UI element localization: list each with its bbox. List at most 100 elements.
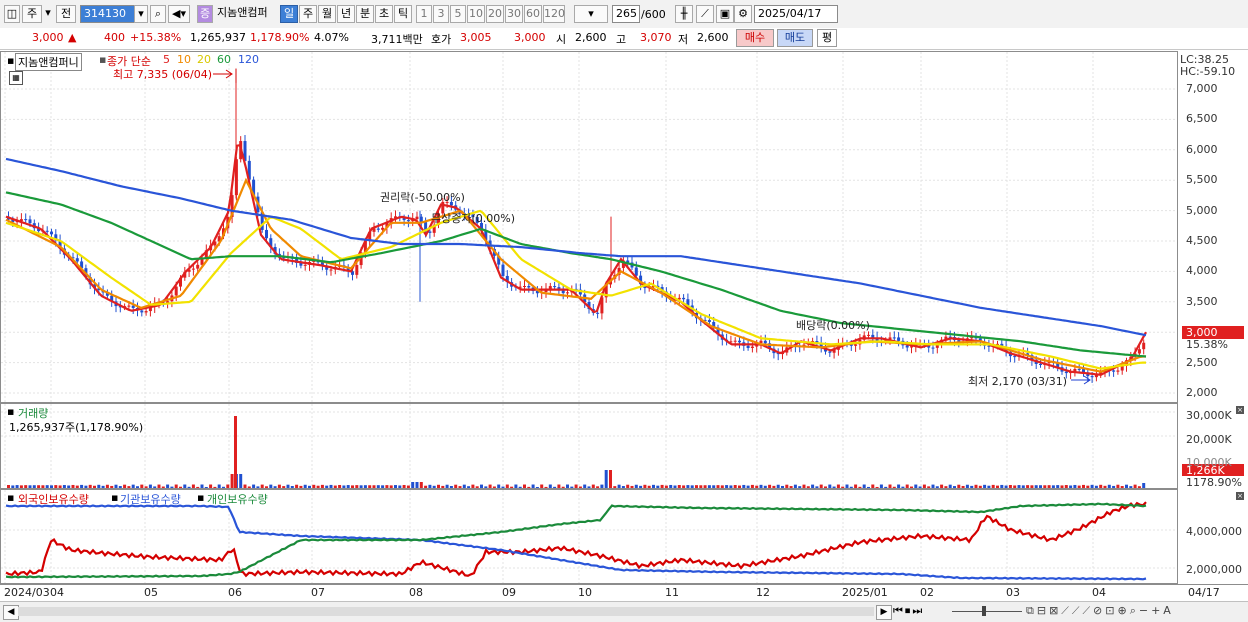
buy-button[interactable]: 매수 — [736, 29, 774, 47]
volume-bar — [480, 484, 483, 488]
tick-dropdown[interactable]: ▾ — [574, 5, 608, 23]
volume-bar — [1030, 485, 1034, 488]
panel-close-icon[interactable]: × — [1236, 492, 1244, 500]
period-button[interactable]: 월 — [318, 5, 336, 23]
volume-bar — [1039, 485, 1042, 488]
panel-stock-name[interactable]: 지놈앤컴퍼니 — [15, 53, 82, 71]
chart-tool-icons[interactable]: ⧉⊟⊠⟋⟋⟋⊘⊡⊕⌕−+A — [1026, 604, 1241, 619]
ma-legend-60[interactable]: 60 — [217, 53, 231, 66]
candle-icon[interactable]: ╫ — [675, 5, 693, 23]
candle-body — [1077, 368, 1081, 370]
period-button[interactable]: 분 — [356, 5, 374, 23]
volume-bar — [566, 484, 569, 488]
volume-bar — [806, 486, 810, 488]
institution-holdings-label[interactable]: 기관보유수량 — [120, 491, 181, 507]
interval-button[interactable]: 5 — [450, 5, 466, 23]
price-tick-label: 4,000 — [1186, 264, 1218, 278]
volume-bar — [179, 486, 182, 488]
min-annotation: 최저 2,170 (03/31) — [968, 375, 1068, 388]
volume-bar — [67, 485, 71, 488]
ma-legend-120[interactable]: 120 — [238, 53, 259, 66]
volume-bar — [243, 484, 247, 488]
market-dropdown-icon[interactable]: ▾ — [44, 5, 52, 23]
foreign-holdings-label[interactable]: 외국인보유수량 — [18, 491, 89, 507]
code-dropdown-icon[interactable]: ▾ — [134, 5, 148, 23]
interval-button[interactable]: 30 — [505, 5, 523, 23]
price-tick-label: 5,500 — [1186, 173, 1218, 187]
price-chart-canvas[interactable] — [1, 52, 1177, 402]
volume-y-axis[interactable]: × 30,000K 20,000K 10,000K 1,266K 1178.90… — [1178, 403, 1248, 489]
interval-button[interactable]: 20 — [486, 5, 504, 23]
candle-body — [897, 337, 901, 341]
volume-bar — [45, 485, 49, 488]
volume-bar — [1137, 486, 1141, 488]
search-icon[interactable]: ⌕ — [150, 5, 166, 23]
stock-code-input[interactable]: 314130 — [80, 5, 138, 23]
volume-bar — [325, 485, 329, 488]
candle-body — [174, 286, 178, 296]
period-button[interactable]: 틱 — [394, 5, 412, 23]
volume-bar — [819, 484, 823, 488]
volume-bar — [841, 486, 845, 488]
period-button[interactable]: 일 — [280, 5, 298, 23]
ma-legend-5[interactable]: 5 — [163, 53, 170, 66]
individual-holdings-label[interactable]: 개인보유수량 — [207, 491, 268, 507]
ma-legend-10[interactable]: 10 — [177, 53, 191, 66]
candle-body — [750, 346, 754, 348]
volume-bar — [673, 485, 677, 488]
volume-bar — [875, 486, 879, 488]
x-axis-end-label: 04/17 — [1188, 586, 1220, 599]
scroll-right-icon[interactable]: ▶ — [876, 605, 892, 620]
gear-icon[interactable]: ⚙ — [734, 5, 752, 23]
period-button[interactable]: 년 — [337, 5, 355, 23]
holdings-panel[interactable]: ▪ 외국인보유수량 ▪ 기관보유수량 ▪ 개인보유수량 — [0, 489, 1178, 584]
volume-panel[interactable]: ▪ 거래량 1,265,937주(1,178.90%) — [0, 403, 1178, 489]
price-chart-panel[interactable]: ▪ 지놈앤컴퍼니 ▪ 종가 단순 5 10 20 60 120 ▦ 최고 7,3… — [0, 51, 1178, 403]
panel-close-icon[interactable]: × — [1236, 406, 1244, 414]
price-y-axis[interactable]: LC:38.25 HC:-59.10 7,000 6,500 6,000 5,500 5… — [1178, 51, 1248, 403]
interval-button[interactable]: 120 — [543, 5, 565, 23]
scroll-bar[interactable]: ◀ ▶ ⏮⏹⏭ ⧉⊟⊠⟋⟋⟋⊘⊡⊕⌕−+A — [0, 601, 1248, 622]
eval-button[interactable]: 평 — [817, 29, 837, 47]
prev-button[interactable]: 전 — [56, 5, 76, 23]
volume-bar — [415, 482, 419, 488]
period-button[interactable]: 초 — [375, 5, 393, 23]
zoom-slider-handle[interactable] — [982, 606, 986, 616]
sell-button[interactable]: 매도 — [777, 29, 813, 47]
candle-body — [1142, 342, 1146, 350]
period-button[interactable]: 주 — [299, 5, 317, 23]
volume-canvas[interactable] — [1, 404, 1177, 488]
current-price: 3,000 — [32, 31, 64, 44]
save-icon[interactable]: ▣ — [716, 5, 734, 23]
speaker-icon[interactable]: ◀▾ — [168, 5, 190, 23]
interval-button[interactable]: 3 — [433, 5, 449, 23]
volume-bar — [458, 486, 462, 488]
candle-body — [523, 286, 526, 288]
price-tick-label: 5,000 — [1186, 203, 1218, 217]
grid-table-icon[interactable]: ▦ — [9, 71, 23, 85]
volume-bar — [918, 486, 922, 488]
volume-bar — [303, 484, 307, 488]
scroll-track[interactable] — [18, 607, 874, 616]
volume-bar — [312, 484, 316, 488]
low-price: 2,600 — [697, 31, 729, 44]
volume-bar — [1107, 484, 1111, 488]
scroll-left-icon[interactable]: ◀ — [3, 605, 19, 620]
ma-legend-20[interactable]: 20 — [197, 53, 211, 66]
count-input[interactable]: 265 — [612, 5, 640, 23]
holdings-y-axis[interactable]: × 4,000,000 2,000,000 — [1178, 489, 1248, 584]
interval-button[interactable]: 10 — [467, 5, 485, 23]
zoom-slider-track[interactable] — [952, 611, 1022, 612]
draw-line-icon[interactable]: ⟋ — [696, 5, 714, 23]
volume-bar — [329, 484, 333, 488]
volume-bar — [510, 486, 514, 488]
volume-bar — [1017, 485, 1021, 488]
volume-bar — [600, 484, 604, 488]
market-mode-button[interactable]: 주 — [22, 5, 42, 23]
layout-icon[interactable]: ◫ — [4, 5, 20, 23]
interval-button[interactable]: 60 — [524, 5, 542, 23]
ma-line — [5, 157, 1147, 337]
interval-button[interactable]: 1 — [416, 5, 432, 23]
playback-controls[interactable]: ⏮⏹⏭ — [893, 604, 945, 619]
date-input[interactable]: 2025/04/17 — [754, 5, 838, 23]
